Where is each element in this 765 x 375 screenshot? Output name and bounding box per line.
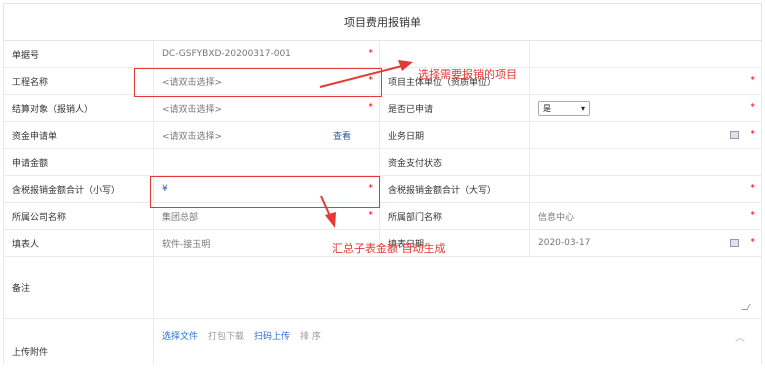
arrow-head-1 [398,60,413,71]
arrow-head-2 [325,212,336,228]
arrow-line-1 [319,65,403,88]
arrow-line-2 [320,195,331,217]
annotation-arrows [319,60,413,228]
